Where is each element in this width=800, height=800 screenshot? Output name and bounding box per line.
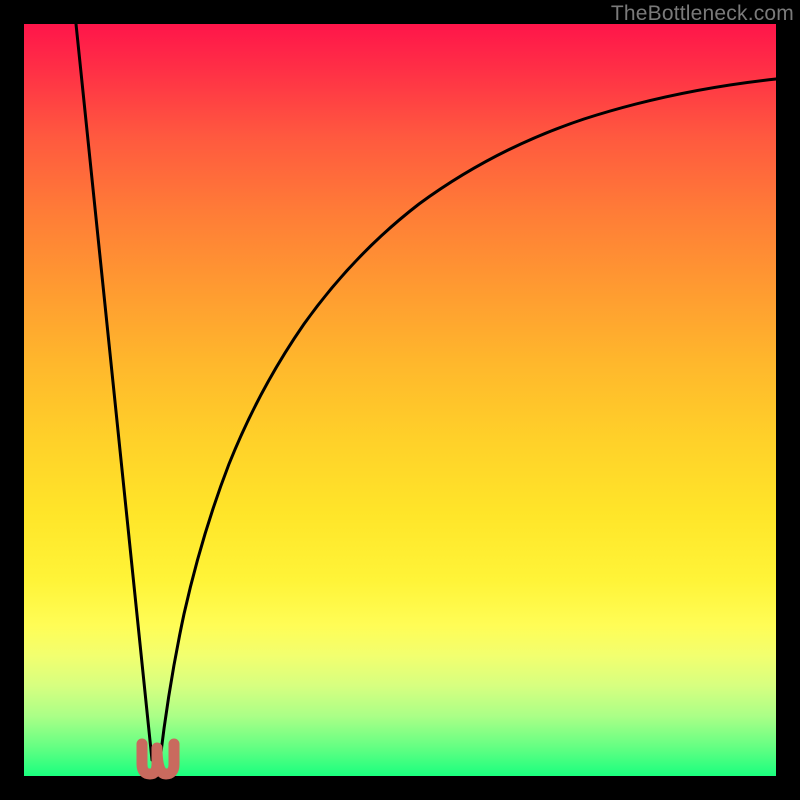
chart-curves-layer [24,24,776,776]
attribution-watermark: TheBottleneck.com [611,2,794,26]
curve-right-branch [160,79,776,760]
dip-marker [142,744,174,774]
curve-left-branch [76,24,152,760]
